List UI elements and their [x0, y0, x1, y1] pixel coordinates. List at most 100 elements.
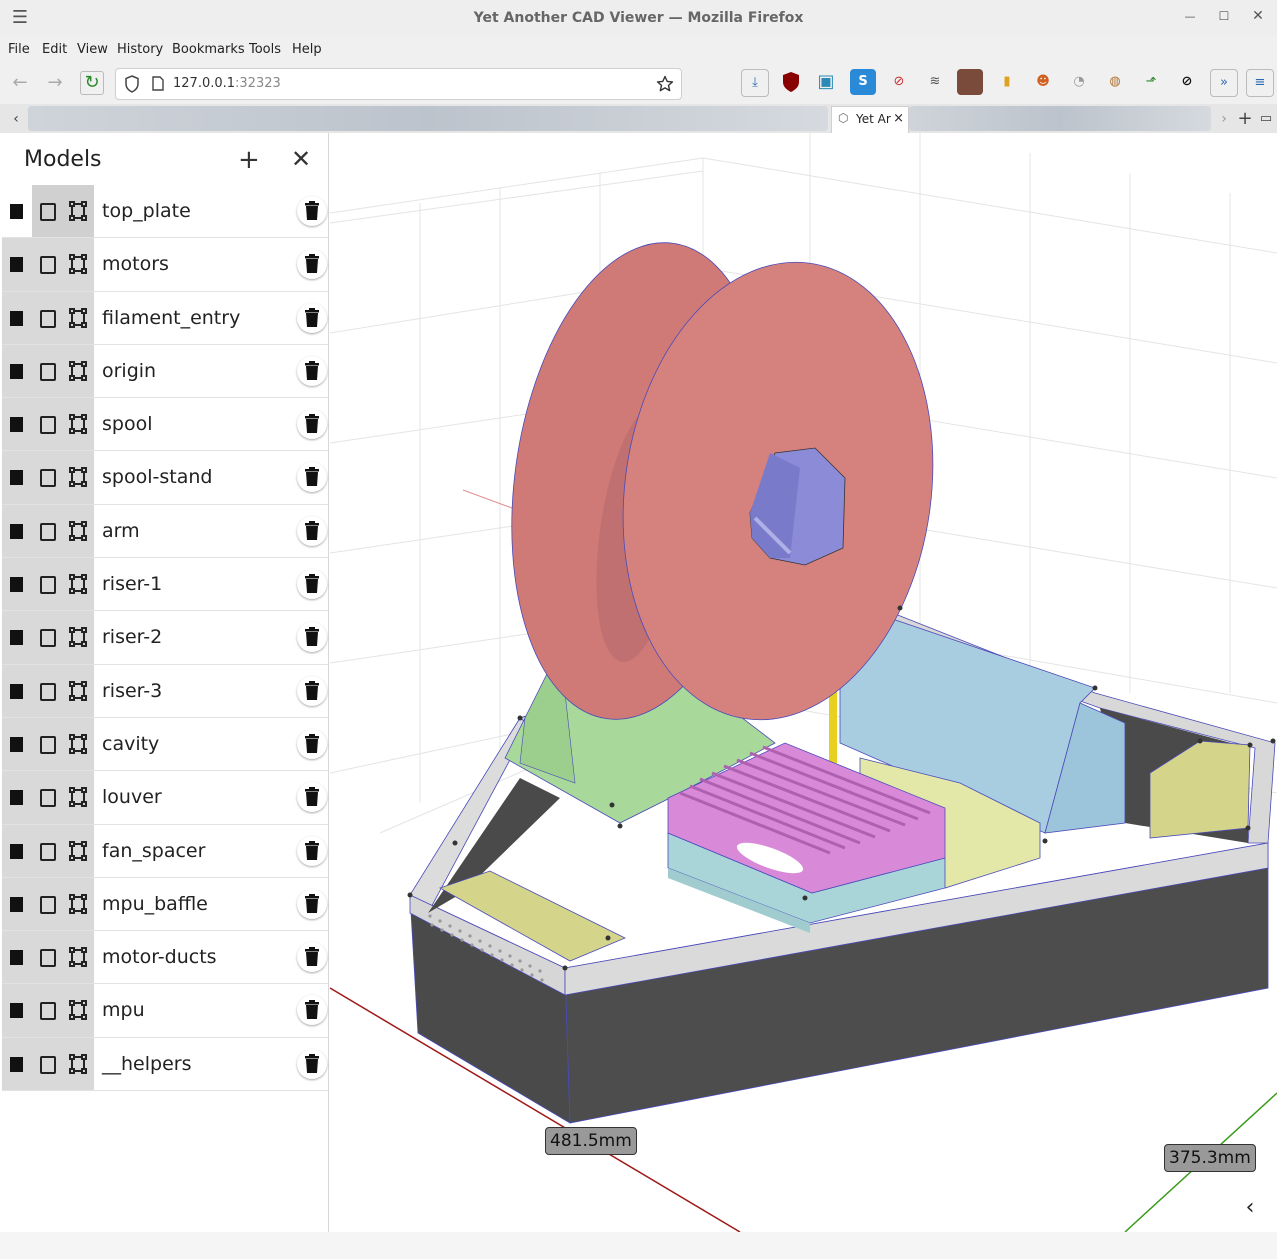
video-block-icon[interactable]: ⊘: [886, 69, 912, 95]
toggle-faces-icon[interactable]: [10, 257, 23, 273]
block-extension-icon[interactable]: ⊘: [1174, 69, 1200, 95]
bounding-box-icon[interactable]: [68, 733, 88, 755]
extension-icon[interactable]: ≋: [922, 69, 948, 95]
model-row[interactable]: spool-stand: [2, 451, 328, 505]
toggle-faces-icon[interactable]: [10, 950, 23, 966]
toggle-faces-icon[interactable]: [10, 523, 23, 539]
cookie-extension-icon[interactable]: ◍: [1102, 69, 1128, 95]
toggle-faces-icon[interactable]: [10, 310, 23, 326]
model-row[interactable]: motors: [2, 238, 328, 292]
delete-model-button[interactable]: [297, 355, 327, 386]
toggle-edges-icon[interactable]: [40, 416, 56, 435]
toggle-edges-icon[interactable]: [40, 1055, 56, 1074]
model-row[interactable]: origin: [2, 344, 328, 399]
share-extension-icon[interactable]: ⬏: [1138, 69, 1164, 95]
tab-blurred[interactable]: [28, 106, 828, 131]
model-row[interactable]: spool: [2, 398, 328, 452]
model-row[interactable]: cavity: [2, 717, 328, 772]
bounding-box-icon[interactable]: [68, 1053, 88, 1075]
toggle-faces-icon[interactable]: [10, 1003, 23, 1019]
toggle-faces-icon[interactable]: [10, 417, 23, 433]
maximize-button[interactable]: ☐: [1214, 9, 1234, 23]
toggle-faces-icon[interactable]: [10, 630, 23, 646]
delete-model-button[interactable]: [297, 462, 327, 493]
delete-model-button[interactable]: [297, 569, 327, 600]
model-row[interactable]: mpu: [2, 984, 328, 1038]
back-icon[interactable]: ←: [9, 72, 31, 94]
delete-model-button[interactable]: [297, 888, 327, 919]
tab-scroll-right-icon[interactable]: ›: [1213, 108, 1235, 130]
delete-model-button[interactable]: [297, 675, 327, 706]
model-row[interactable]: __helpers: [2, 1037, 328, 1092]
bounding-box-icon[interactable]: [68, 999, 88, 1021]
model-row[interactable]: motor-ducts: [2, 931, 328, 985]
tab-active[interactable]: ⬡ Yet Ar ×: [831, 106, 909, 133]
toggle-edges-icon[interactable]: [40, 735, 56, 754]
ublock-icon[interactable]: [778, 69, 804, 95]
toggle-faces-icon[interactable]: [10, 843, 23, 859]
delete-model-button[interactable]: [297, 515, 327, 546]
bounding-box-icon[interactable]: [68, 573, 88, 595]
toggle-faces-icon[interactable]: [10, 204, 23, 219]
model-row[interactable]: riser-3: [2, 664, 328, 718]
delete-model-button[interactable]: [297, 302, 327, 333]
toggle-edges-icon[interactable]: [40, 949, 56, 968]
face-extension-icon[interactable]: ☻: [1030, 69, 1056, 95]
toggle-faces-icon[interactable]: [10, 470, 23, 486]
model-row[interactable]: mpu_baffle: [2, 877, 328, 932]
toggle-faces-icon[interactable]: [10, 790, 23, 806]
overflow-menu-icon[interactable]: »: [1210, 69, 1238, 97]
toggle-edges-icon[interactable]: [40, 309, 56, 328]
bounding-box-icon[interactable]: [68, 200, 88, 222]
hamburger-menu-icon[interactable]: ≡: [1246, 69, 1274, 97]
toggle-edges-icon[interactable]: [40, 362, 56, 381]
toggle-edges-icon[interactable]: [40, 895, 56, 914]
toggle-faces-icon[interactable]: [10, 736, 23, 752]
model-row[interactable]: riser-2: [2, 611, 328, 665]
bounding-box-icon[interactable]: [68, 626, 88, 648]
menu-edit[interactable]: Edit: [42, 42, 67, 57]
delete-model-button[interactable]: [297, 942, 327, 973]
toggle-edges-icon[interactable]: [40, 682, 56, 701]
collapse-toolbar-button[interactable]: ‹: [1228, 1190, 1272, 1226]
toggle-edges-icon[interactable]: [40, 789, 56, 808]
minimize-button[interactable]: —: [1180, 10, 1200, 23]
delete-model-button[interactable]: [297, 249, 327, 280]
tab-scroll-left-icon[interactable]: ‹: [5, 108, 27, 130]
toggle-edges-icon[interactable]: [40, 1002, 56, 1021]
bounding-box-icon[interactable]: [68, 413, 88, 435]
menu-help[interactable]: Help: [292, 42, 322, 57]
bounding-box-icon[interactable]: [68, 946, 88, 968]
bounding-box-icon[interactable]: [68, 680, 88, 702]
bounding-box-icon[interactable]: [68, 786, 88, 808]
downloads-icon[interactable]: ⤓: [741, 69, 769, 97]
toggle-edges-icon[interactable]: [40, 469, 56, 488]
close-window-button[interactable]: ✕: [1248, 8, 1268, 24]
avatar-extension-icon[interactable]: [957, 69, 983, 95]
delete-model-button[interactable]: [297, 995, 327, 1026]
bounding-box-icon[interactable]: [68, 520, 88, 542]
toggle-edges-icon[interactable]: [40, 576, 56, 595]
new-tab-icon[interactable]: +: [1234, 108, 1256, 130]
model-row[interactable]: filament_entry: [2, 291, 328, 345]
bounding-box-icon[interactable]: [68, 360, 88, 382]
model-row[interactable]: riser-1: [2, 558, 328, 612]
menu-history[interactable]: History: [117, 42, 163, 57]
menu-file[interactable]: File: [8, 42, 30, 57]
toggle-edges-icon[interactable]: [40, 256, 56, 275]
menu-tools[interactable]: Tools: [249, 42, 281, 57]
skype-extension-icon[interactable]: S: [850, 69, 876, 95]
reload-icon[interactable]: ↻: [80, 71, 104, 95]
model-row[interactable]: arm: [2, 504, 328, 559]
tab-blurred-right[interactable]: [909, 106, 1211, 131]
toggle-faces-icon[interactable]: [10, 363, 23, 379]
stylus-extension-icon[interactable]: ◔: [1066, 69, 1092, 95]
delete-model-button[interactable]: [297, 622, 327, 653]
color-extension-icon[interactable]: ▮: [994, 69, 1020, 95]
toggle-edges-icon[interactable]: [40, 629, 56, 648]
toggle-faces-icon[interactable]: [10, 1056, 23, 1072]
toggle-faces-icon[interactable]: [10, 577, 23, 593]
toggle-edges-icon[interactable]: [40, 842, 56, 861]
delete-model-button[interactable]: [297, 1048, 327, 1079]
bounding-box-icon[interactable]: [68, 253, 88, 275]
